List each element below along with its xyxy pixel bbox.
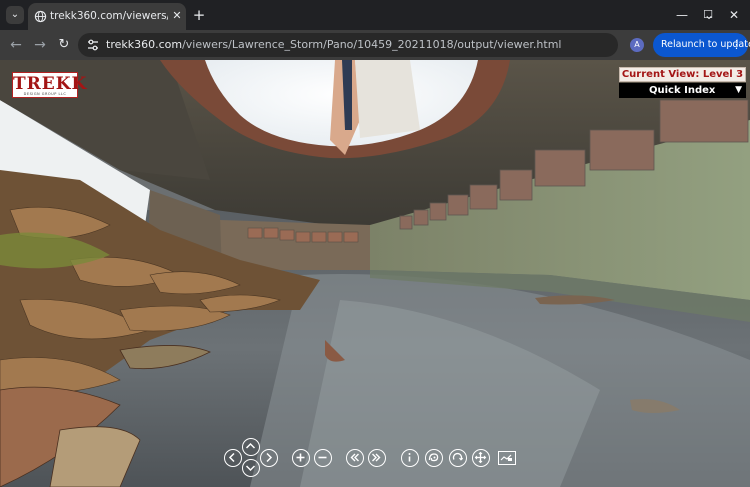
address-bar[interactable]: trekk360.com/viewers/Lawrence_Storm/Pano…	[78, 33, 687, 57]
info-icon	[408, 453, 411, 462]
pan-left-icon	[228, 452, 235, 463]
autorotate-button[interactable]	[449, 449, 467, 467]
browser-tab-bar: ⌄ trekk360.com/viewers/Lawrence_ ✕ + ⌄ —…	[0, 0, 750, 30]
zoom-in-icon	[296, 453, 305, 462]
window-close-icon[interactable]: ✕	[724, 5, 744, 25]
panorama-viewer[interactable]: TREKK DESIGN GROUP LLC Current View: Lev…	[0, 60, 750, 487]
panorama-image[interactable]	[0, 60, 750, 487]
zoom-out-button[interactable]	[314, 449, 332, 467]
fullscreen-button[interactable]	[472, 449, 490, 467]
tab-search-button[interactable]: ⌄	[6, 6, 24, 24]
profile-avatar[interactable]: A	[630, 38, 644, 52]
pan-down-icon	[245, 465, 256, 472]
minimize-icon[interactable]: —	[672, 5, 692, 25]
chevron-down-icon: ⌄	[10, 9, 20, 20]
pan-left-button[interactable]	[224, 449, 242, 467]
fast-forward-button[interactable]	[368, 449, 386, 467]
forward-arrow-icon[interactable]: →	[30, 35, 50, 55]
pan-right-icon	[266, 452, 273, 463]
browser-tab[interactable]: trekk360.com/viewers/Lawrence_ ✕	[28, 3, 186, 30]
zoom-out-icon	[318, 456, 327, 459]
logo-subtext: DESIGN GROUP LLC	[23, 92, 67, 96]
rewind-button[interactable]	[346, 449, 364, 467]
map-icon	[500, 454, 512, 461]
site-settings-icon[interactable]	[86, 38, 100, 52]
fast-forward-icon	[372, 453, 381, 462]
close-icon[interactable]: ✕	[170, 9, 184, 23]
zoom-in-button[interactable]	[292, 449, 310, 467]
browser-toolbar: ← → ↻ trekk360.com/viewers/Lawrence_Stor…	[0, 30, 750, 60]
url-text: trekk360.com/viewers/Lawrence_Storm/Pano…	[106, 38, 561, 51]
info-button[interactable]	[401, 449, 419, 467]
new-tab-button[interactable]: +	[190, 6, 208, 24]
url-path: /viewers/Lawrence_Storm/Pano/10459_20211…	[182, 38, 562, 51]
fullscreen-icon	[474, 451, 487, 464]
logo-text: TREKK	[13, 74, 88, 94]
current-view-label: Current View: Level 3	[619, 67, 746, 82]
hotspots-icon	[428, 453, 439, 462]
pan-up-button[interactable]	[242, 438, 260, 456]
url-host: trekk360.com	[106, 38, 183, 51]
back-arrow-icon[interactable]: ←	[6, 35, 26, 55]
pan-right-button[interactable]	[260, 449, 278, 467]
globe-icon	[34, 10, 47, 23]
tab-title: trekk360.com/viewers/Lawrence_	[50, 10, 168, 22]
relaunch-to-update-button[interactable]: Relaunch to update ⋮	[653, 33, 750, 57]
trekk-logo[interactable]: TREKK DESIGN GROUP LLC	[12, 72, 88, 98]
pan-down-button[interactable]	[242, 459, 260, 477]
pan-up-icon	[245, 442, 256, 449]
quick-index-label: Quick Index	[649, 85, 716, 96]
map-button[interactable]	[498, 451, 516, 465]
reload-icon[interactable]: ↻	[54, 35, 74, 55]
hotspots-button[interactable]	[425, 449, 443, 467]
maximize-icon[interactable]: ☐	[698, 5, 718, 25]
rewind-icon	[350, 453, 359, 462]
autorotate-icon	[452, 452, 464, 461]
dropdown-caret-icon: ▼	[735, 85, 742, 95]
menu-kebab-icon[interactable]: ⋮	[731, 33, 742, 57]
quick-index-dropdown[interactable]: Quick Index ▼	[619, 83, 746, 98]
